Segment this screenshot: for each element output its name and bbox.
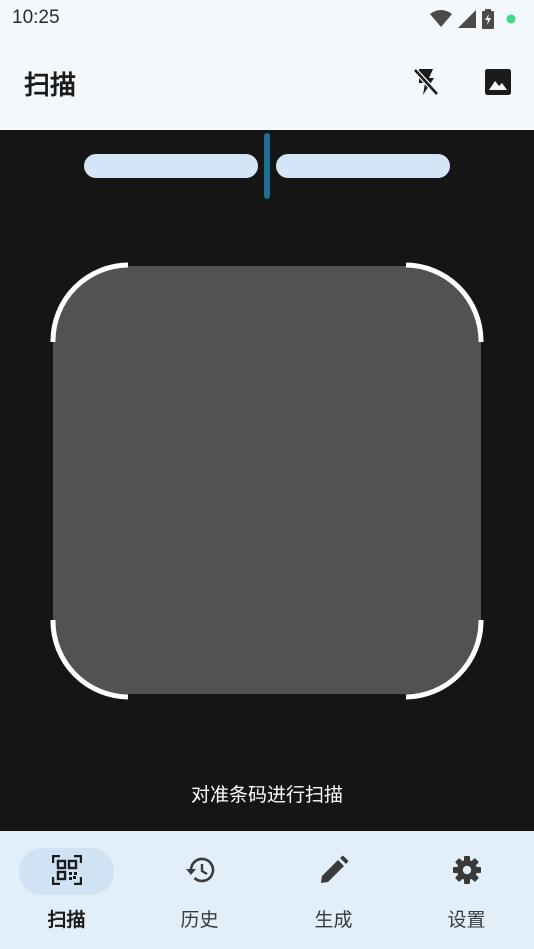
- status-time: 10:25: [12, 7, 60, 28]
- app-bar: 扫描: [0, 38, 534, 130]
- history-icon: [184, 855, 216, 889]
- nav-icon-container: [152, 848, 247, 895]
- qr-code-scan-icon: [51, 854, 82, 889]
- wifi-icon: [430, 10, 452, 28]
- nav-label-history: 历史: [180, 909, 219, 931]
- scan-frame-corners: [50, 262, 484, 700]
- nav-item-generate[interactable]: 生成: [267, 831, 400, 949]
- flash-toggle-button[interactable]: [406, 64, 446, 104]
- nav-label-scan: 扫描: [47, 909, 86, 931]
- nav-icon-container: [286, 848, 381, 895]
- gear-icon: [452, 855, 482, 889]
- gallery-button[interactable]: [478, 64, 518, 104]
- nav-icon-container: [419, 848, 514, 895]
- gallery-image-icon: [484, 68, 512, 100]
- nav-label-settings: 设置: [447, 909, 486, 931]
- nav-label-generate: 生成: [314, 909, 353, 931]
- scan-hint-text: 对准条码进行扫描: [190, 784, 343, 806]
- page-title: 扫描: [24, 71, 77, 101]
- notification-dot-icon: [506, 14, 516, 24]
- camera-preview[interactable]: 对准条码进行扫描: [0, 130, 534, 831]
- pencil-edit-icon: [319, 855, 349, 889]
- status-icons: [430, 8, 516, 30]
- nav-active-indicator: [19, 848, 114, 895]
- nav-item-scan[interactable]: 扫描: [0, 831, 133, 949]
- status-bar: 10:25: [0, 0, 534, 38]
- nav-item-settings[interactable]: 设置: [400, 831, 533, 949]
- nav-item-history[interactable]: 历史: [133, 831, 266, 949]
- bottom-navigation: 扫描 历史 生成 设置: [0, 831, 534, 949]
- battery-charging-icon: [482, 9, 494, 29]
- cellular-signal-icon: [458, 10, 476, 28]
- flash-off-icon: [412, 67, 440, 101]
